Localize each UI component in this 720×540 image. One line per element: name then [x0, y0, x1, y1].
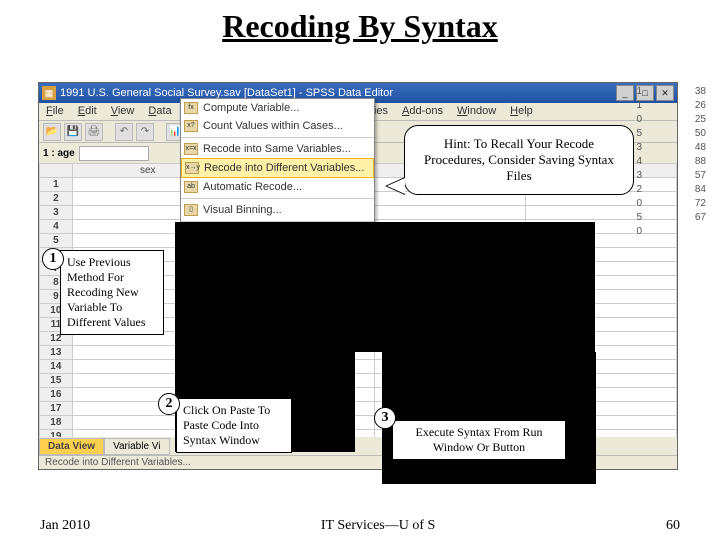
toolbar-button[interactable]: 💾: [64, 123, 82, 141]
menu-add-ons[interactable]: Add-ons: [395, 103, 450, 120]
menu-data[interactable]: Data: [141, 103, 178, 120]
hint-callout: Hint: To Recall Your Recode Procedures, …: [404, 125, 634, 195]
menu-item-icon: ▯: [184, 204, 198, 216]
cell-ref: 1 : age: [43, 148, 75, 159]
step-1-callout: Use Previous Method For Recoding New Var…: [60, 250, 164, 335]
obscured-region-1: [175, 222, 595, 352]
menu-item-icon: x?: [184, 120, 198, 132]
menu-view[interactable]: View: [104, 103, 142, 120]
tab-data-view[interactable]: Data View: [39, 438, 104, 455]
menu-item-visual-binning[interactable]: ▯Visual Binning...: [181, 201, 374, 219]
toolbar-button[interactable]: ↶: [115, 123, 133, 141]
toolbar-button[interactable]: 📂: [43, 123, 61, 141]
step-2-callout: Click On Paste To Paste Code Into Syntax…: [176, 398, 292, 453]
menu-item-icon: fx: [184, 102, 198, 114]
menu-item-automatic-recode[interactable]: abAutomatic Recode...: [181, 178, 374, 196]
cell-value-input[interactable]: [79, 146, 149, 161]
burst-icon-2: ✦: [299, 383, 345, 442]
menu-item-icon: x→y: [185, 162, 199, 174]
toolbar-button[interactable]: ↷: [136, 123, 154, 141]
menu-item-compute-variable[interactable]: fxCompute Variable...: [181, 99, 374, 117]
menu-item-icon: x=x: [184, 143, 198, 155]
footer-page: 60: [666, 518, 680, 534]
menu-file[interactable]: File: [39, 103, 71, 120]
obscured-region-2: [382, 352, 596, 484]
menu-item-icon: ab: [184, 181, 198, 193]
slide-title: Recoding By Syntax: [0, 0, 720, 49]
footer-date: Jan 2010: [40, 518, 90, 534]
menu-item-recode-into-different-variables[interactable]: x→yRecode into Different Variables...: [181, 158, 374, 178]
app-icon: ▦: [42, 86, 56, 100]
tab-variable-view[interactable]: Variable Vi: [104, 438, 169, 455]
menu-item-recode-into-same-variables[interactable]: x=xRecode into Same Variables...: [181, 140, 374, 158]
step-3-number: 3: [374, 407, 396, 429]
slide-footer: Jan 2010 IT Services—U of S 60: [40, 518, 680, 534]
step-2-number: 2: [158, 393, 180, 415]
menu-item-count-values-within-cases[interactable]: x?Count Values within Cases...: [181, 117, 374, 135]
footer-org: IT Services—U of S: [321, 518, 435, 534]
step-1-number: 1: [42, 248, 64, 270]
menu-help[interactable]: Help: [503, 103, 540, 120]
toolbar-button[interactable]: 🖨: [85, 123, 103, 141]
menu-window[interactable]: Window: [450, 103, 503, 120]
menu-edit[interactable]: Edit: [71, 103, 104, 120]
step-3-callout: Execute Syntax From Run Window Or Button: [392, 420, 566, 460]
